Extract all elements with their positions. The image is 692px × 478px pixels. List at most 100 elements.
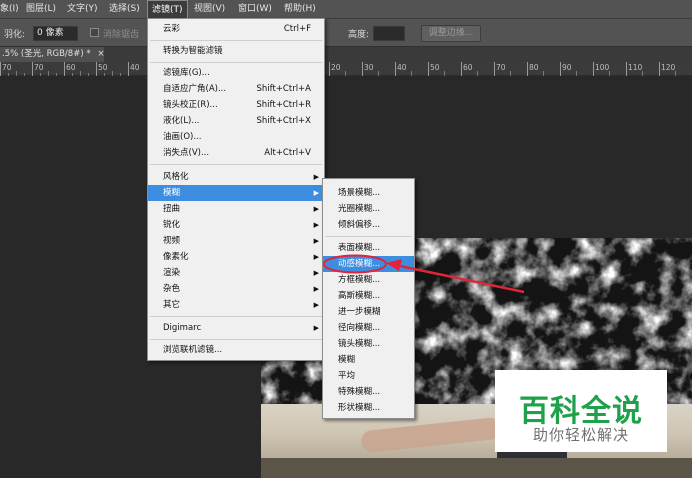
submenu-item-iris-blur[interactable]: 光圈模糊...: [323, 201, 414, 217]
submenu-item-lens-blur[interactable]: 镜头模糊...: [323, 336, 414, 352]
chevron-right-icon: ▶: [313, 285, 319, 293]
submenu-item-smart-blur[interactable]: 特殊模糊...: [323, 384, 414, 400]
watermark-subtitle: 助你轻松解决: [532, 426, 629, 444]
menu-separator: [150, 40, 322, 41]
submenu-item-radial-blur[interactable]: 径向模糊...: [323, 320, 414, 336]
height-label: 高度:: [348, 30, 370, 40]
menu-item-label: 模糊: [163, 188, 181, 198]
menu-item-render[interactable]: 渲染 ▶: [148, 265, 324, 281]
ruler-label: 40: [130, 63, 140, 72]
ruler-label: 110: [628, 63, 643, 72]
menu-image[interactable]: 象(I): [0, 0, 19, 19]
menu-item-clouds[interactable]: 云彩 Ctrl+F: [148, 21, 324, 37]
menu-item-label: 其它: [163, 300, 181, 310]
blur-submenu: 场景模糊... 光圈模糊... 倾斜偏移... 表面模糊... 动感模糊... …: [322, 178, 415, 419]
antialias-checkbox[interactable]: [90, 28, 99, 37]
menu-separator: [325, 236, 412, 237]
menu-item-vanishing-point[interactable]: 消失点(V)... Alt+Ctrl+V: [148, 145, 324, 161]
menu-item-digimarc[interactable]: Digimarc ▶: [148, 320, 324, 336]
menu-item-sharpen[interactable]: 锐化 ▶: [148, 217, 324, 233]
feather-input[interactable]: 0 像素: [33, 26, 78, 41]
menu-item-distort[interactable]: 扭曲 ▶: [148, 201, 324, 217]
menu-item-label: 云彩: [163, 24, 181, 34]
submenu-item-blur-more[interactable]: 进一步模糊: [323, 304, 414, 320]
menu-item-other[interactable]: 其它 ▶: [148, 297, 324, 313]
submenu-item-tilt-shift[interactable]: 倾斜偏移...: [323, 217, 414, 233]
menu-item-convert-smart-filter[interactable]: 转换为智能滤镜: [148, 43, 324, 59]
menu-item-blur[interactable]: 模糊 ▶: [148, 185, 324, 201]
menu-item-liquify[interactable]: 液化(L)... Shift+Ctrl+X: [148, 113, 324, 129]
ruler-label: 70: [2, 63, 12, 72]
document-tab-label: .5% (圣光, RGB/8#) *: [2, 49, 91, 59]
menu-separator: [150, 339, 322, 340]
chevron-right-icon: ▶: [313, 253, 319, 261]
ruler-label: 60: [463, 63, 473, 72]
refine-edge-button[interactable]: 调整边缘...: [421, 25, 481, 42]
menu-layer[interactable]: 图层(L): [26, 0, 56, 19]
filter-menu: 云彩 Ctrl+F 转换为智能滤镜 滤镜库(G)... 自适应广角(A)... Sh…: [147, 18, 325, 361]
menu-separator: [150, 164, 322, 165]
menu-item-label: 液化(L)...: [163, 116, 200, 126]
ruler-label: 100: [595, 63, 610, 72]
menu-type[interactable]: 文字(Y): [67, 0, 98, 19]
menu-window[interactable]: 窗口(W): [238, 0, 272, 19]
menu-help[interactable]: 帮助(H): [284, 0, 316, 19]
menu-separator: [150, 316, 322, 317]
menu-view[interactable]: 视图(V): [194, 0, 225, 19]
document-tab-row: .5% (圣光, RGB/8#) * ×: [0, 47, 692, 62]
menu-item-video[interactable]: 视频 ▶: [148, 233, 324, 249]
ground: [261, 458, 692, 478]
submenu-item-surface-blur[interactable]: 表面模糊...: [323, 240, 414, 256]
chevron-right-icon: ▶: [313, 205, 319, 213]
menu-item-shortcut: Ctrl+F: [283, 24, 311, 34]
submenu-item-field-blur[interactable]: 场景模糊...: [323, 185, 414, 201]
close-icon[interactable]: ×: [97, 49, 104, 59]
feather-label: 羽化:: [4, 30, 26, 40]
menu-item-pixelate[interactable]: 像素化 ▶: [148, 249, 324, 265]
menu-item-shortcut: Shift+Ctrl+X: [256, 116, 311, 126]
menu-item-shortcut: Shift+Ctrl+R: [256, 100, 311, 110]
menu-bar: 象(I) 图层(L) 文字(Y) 选择(S) 滤镜(T) 视图(V) 窗口(W)…: [0, 0, 692, 19]
menu-item-noise[interactable]: 杂色 ▶: [148, 281, 324, 297]
horizontal-ruler: 70 70 60 50 40 20 30 40 50 60 70 80 90 1…: [0, 62, 692, 76]
ruler-label: 60: [66, 63, 76, 72]
menu-separator: [150, 62, 322, 63]
submenu-item-box-blur[interactable]: 方框模糊...: [323, 272, 414, 288]
ruler-label: 20: [331, 63, 341, 72]
ruler-label: 80: [529, 63, 539, 72]
ruler-label: 40: [397, 63, 407, 72]
document-tab[interactable]: .5% (圣光, RGB/8#) * ×: [0, 47, 104, 62]
submenu-item-average[interactable]: 平均: [323, 368, 414, 384]
chevron-right-icon: ▶: [313, 269, 319, 277]
menu-item-oil-paint[interactable]: 油画(O)...: [148, 129, 324, 145]
ruler-label: 70: [496, 63, 506, 72]
menu-item-label: 镜头校正(R)...: [163, 100, 218, 110]
ruler-label: 70: [34, 63, 44, 72]
chevron-right-icon: ▶: [313, 189, 319, 197]
menu-item-lens-correction[interactable]: 镜头校正(R)... Shift+Ctrl+R: [148, 97, 324, 113]
ruler-label: 50: [430, 63, 440, 72]
submenu-item-blur[interactable]: 模糊: [323, 352, 414, 368]
submenu-item-shape-blur[interactable]: 形状模糊...: [323, 400, 414, 416]
chevron-right-icon: ▶: [313, 301, 319, 309]
menu-item-filter-gallery[interactable]: 滤镜库(G)...: [148, 65, 324, 81]
menu-item-browse-online[interactable]: 浏览联机滤镜...: [148, 342, 324, 358]
watermark: 百科全说 助你轻松解决: [495, 370, 667, 452]
chevron-right-icon: ▶: [313, 324, 319, 332]
chevron-right-icon: ▶: [313, 173, 319, 181]
options-bar: 羽化: 0 像素 消除锯齿 高度: 调整边缘...: [0, 19, 692, 47]
menu-item-adaptive-wide-angle[interactable]: 自适应广角(A)... Shift+Ctrl+A: [148, 81, 324, 97]
menu-item-label: 锐化: [163, 220, 181, 230]
submenu-item-motion-blur[interactable]: 动感模糊...: [323, 256, 414, 272]
menu-filter[interactable]: 滤镜(T): [147, 0, 188, 19]
menu-select[interactable]: 选择(S): [109, 0, 140, 19]
menu-item-label: 视频: [163, 236, 181, 246]
menu-item-label: 像素化: [163, 252, 189, 262]
ruler-label: 120: [661, 63, 676, 72]
antialias-label: 消除锯齿: [103, 30, 140, 40]
height-input[interactable]: [373, 26, 405, 41]
menu-item-stylize[interactable]: 风格化 ▶: [148, 169, 324, 185]
menu-item-label: 扭曲: [163, 204, 181, 214]
ruler-label: 90: [562, 63, 572, 72]
submenu-item-gaussian-blur[interactable]: 高斯模糊...: [323, 288, 414, 304]
